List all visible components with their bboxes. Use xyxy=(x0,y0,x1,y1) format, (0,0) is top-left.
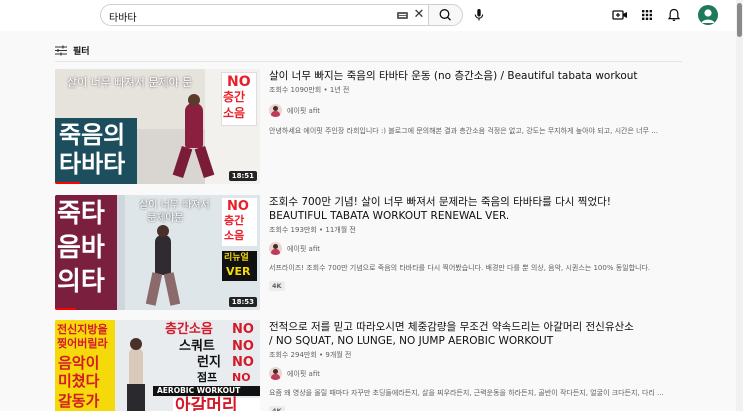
thumbnail-text: 죽타 xyxy=(57,199,105,229)
thumbnail-text: 스쿼트 xyxy=(179,339,215,354)
video-title[interactable]: 살이 너무 빠지는 죽음의 타바타 운동 (no 층간소음) / Beautif… xyxy=(269,69,679,83)
channel-avatar[interactable] xyxy=(269,367,282,380)
video-title[interactable]: 전적으로 저를 믿고 따라오시면 체중감량을 무조건 약속드리는 아갈머리 전신… xyxy=(269,320,679,334)
keyboard-icon[interactable] xyxy=(397,12,408,19)
thumbnail-text: 런지 xyxy=(197,355,221,370)
voice-search-button[interactable] xyxy=(468,4,490,26)
thumbnail-text: NO xyxy=(232,339,254,354)
video-info: 살이 너무 빠지는 죽음의 타바타 운동 (no 층간소음) / Beautif… xyxy=(269,69,679,136)
video-duration: 18:53 xyxy=(228,297,257,307)
workout-person-figure xyxy=(172,146,193,178)
video-meta: 조회수 1090만회 • 1년 전 xyxy=(269,86,350,94)
workout-person-figure xyxy=(188,94,200,106)
thumbnail-text: 소음 xyxy=(223,106,246,120)
thumbnail-text: 살이 너무 빠져서 xyxy=(139,200,210,211)
quality-badge: 4K xyxy=(269,281,285,291)
channel-avatar[interactable] xyxy=(269,242,282,255)
video-duration: 18:51 xyxy=(228,171,257,181)
masthead: ✕ xyxy=(0,0,743,31)
search-icon xyxy=(439,9,452,21)
clear-search-icon[interactable]: ✕ xyxy=(412,7,426,23)
video-info: 전적으로 저를 믿고 따라오시면 체중감량을 무조건 약속드리는 아갈머리 전신… xyxy=(269,320,679,411)
workout-person-figure xyxy=(157,225,169,237)
video-title[interactable]: 조회수 700만 기념! 살이 너무 빠져서 문제라는 죽음의 타바타를 다시 … xyxy=(269,195,679,209)
create-video-button[interactable] xyxy=(611,6,629,24)
video-info: 조회수 700만 기념! 살이 너무 빠져서 문제라는 죽음의 타바타를 다시 … xyxy=(269,195,679,292)
video-description: 서프라이즈! 조회수 700만 기념으로 죽음의 타바타를 다시 찍어봤습니다.… xyxy=(269,264,651,272)
thumbnail-text: NO xyxy=(232,322,254,337)
apps-grid-icon xyxy=(642,10,652,20)
account-avatar[interactable] xyxy=(698,5,718,25)
channel-name[interactable]: 에이핏 afit xyxy=(287,106,320,116)
search-box: ✕ xyxy=(100,4,428,26)
thumbnail-text: 리뉴얼 xyxy=(224,253,249,263)
video-meta: 조회수 294만회 • 9개월 전 xyxy=(269,351,352,359)
thumbnail-text: 층간 xyxy=(224,214,245,227)
video-camera-plus-icon xyxy=(612,10,627,20)
video-result[interactable]: 살이 너무 빠져서 문제야 문 NO 층간 소음 죽음의 타바타 18:51 살… xyxy=(55,69,682,186)
user-avatar-icon xyxy=(701,9,715,23)
notifications-button[interactable] xyxy=(665,6,683,24)
workout-person-figure xyxy=(129,348,143,386)
thumbnail-text: NO xyxy=(227,199,249,214)
thumbnail-text: 점프 xyxy=(197,371,218,384)
thumbnail-text: 타바타 xyxy=(59,150,126,178)
workout-person-figure xyxy=(127,384,145,411)
thumbnail-text: 소음 xyxy=(224,229,245,242)
video-description: 안녕하세요 에이핏 주인장 라희입니다 :) 블로그에 문의해본 결과 층간소음… xyxy=(269,127,658,135)
thumbnail-text: AEROBIC WORKOUT xyxy=(157,386,241,395)
workout-person-figure xyxy=(130,338,142,350)
workout-person-figure xyxy=(155,235,171,275)
thumbnail-text: 문제야문 xyxy=(147,213,184,224)
thumbnail-text: NO xyxy=(232,355,254,370)
filter-sliders-icon xyxy=(55,45,67,55)
thumbnail-text: 전신지방을 xyxy=(57,323,108,336)
video-title-line2[interactable]: / NO SQUAT, NO LUNGE, NO JUMP AEROBIC WO… xyxy=(269,334,679,348)
video-thumbnail[interactable]: 전신지방을 찢어버릴라 음악이 미쳤다 갈동가 층간소음 NO 스쿼트 NO 런… xyxy=(55,320,260,411)
watch-progress-bar xyxy=(55,182,80,184)
channel-name[interactable]: 에이핏 afit xyxy=(287,369,320,379)
channel-row[interactable]: 에이핏 afit xyxy=(269,367,679,380)
video-thumbnail[interactable]: 죽타 음바 의타 살이 너무 빠져서 문제야문 NO 층간 소음 리뉴얼 VER… xyxy=(55,195,260,310)
filter-label: 필터 xyxy=(73,46,90,57)
thumbnail-text: 층간 xyxy=(223,90,246,104)
thumbnail-text: 살이 너무 빠져서 문제야 문 xyxy=(67,76,193,89)
apps-button[interactable] xyxy=(638,6,656,24)
search-button[interactable] xyxy=(428,4,463,26)
video-meta: 조회수 193만회 • 11개월 전 xyxy=(269,226,356,234)
thumbnail-text: 갈동가 xyxy=(58,392,100,410)
video-result[interactable]: 죽타 음바 의타 살이 너무 빠져서 문제야문 NO 층간 소음 리뉴얼 VER… xyxy=(55,195,682,312)
watch-progress-bar xyxy=(55,308,76,310)
thumbnail-text: VER xyxy=(226,265,251,278)
thumbnail-text: 찢어버릴라 xyxy=(57,337,108,350)
channel-row[interactable]: 에이핏 afit xyxy=(269,104,679,117)
bell-icon xyxy=(667,8,681,21)
thumbnail-text: 죽음의 xyxy=(59,121,126,149)
channel-name[interactable]: 에이핏 afit xyxy=(287,244,320,254)
thumbnail-text: 음악이 xyxy=(58,354,100,372)
search-input[interactable] xyxy=(109,8,379,24)
filter-divider xyxy=(55,61,682,62)
thumbnail-text: 미쳤다 xyxy=(58,372,100,390)
page-scrollbar[interactable] xyxy=(736,0,743,411)
thumbnail-text: 아갈머리 xyxy=(175,396,238,411)
channel-avatar[interactable] xyxy=(269,104,282,117)
scrollbar-thumb[interactable] xyxy=(737,3,742,37)
video-result[interactable]: 전신지방을 찢어버릴라 음악이 미쳤다 갈동가 층간소음 NO 스쿼트 NO 런… xyxy=(55,320,682,411)
thumbnail-text: 음바 xyxy=(57,233,105,263)
thumbnail-text: 층간소음 xyxy=(165,322,213,337)
thumbnail-text: NO xyxy=(232,371,251,384)
video-thumbnail[interactable]: 살이 너무 빠져서 문제야 문 NO 층간 소음 죽음의 타바타 18:51 xyxy=(55,69,260,184)
thumbnail-text: NO xyxy=(227,74,251,90)
quality-badge: 4K xyxy=(269,406,285,411)
microphone-icon xyxy=(474,9,484,21)
thumbnail-text: 의타 xyxy=(57,267,105,297)
channel-row[interactable]: 에이핏 afit xyxy=(269,242,679,255)
workout-person-figure xyxy=(185,103,203,148)
video-description: 요즘 왜 영상을 올릴 때마다 자꾸만 초딩들에라든지, 살을 찌우라든지, 근… xyxy=(269,389,664,397)
video-title-line2[interactable]: BEAUTIFUL TABATA WORKOUT RENEWAL VER. xyxy=(269,209,679,223)
filter-button[interactable]: 필터 xyxy=(55,42,90,58)
